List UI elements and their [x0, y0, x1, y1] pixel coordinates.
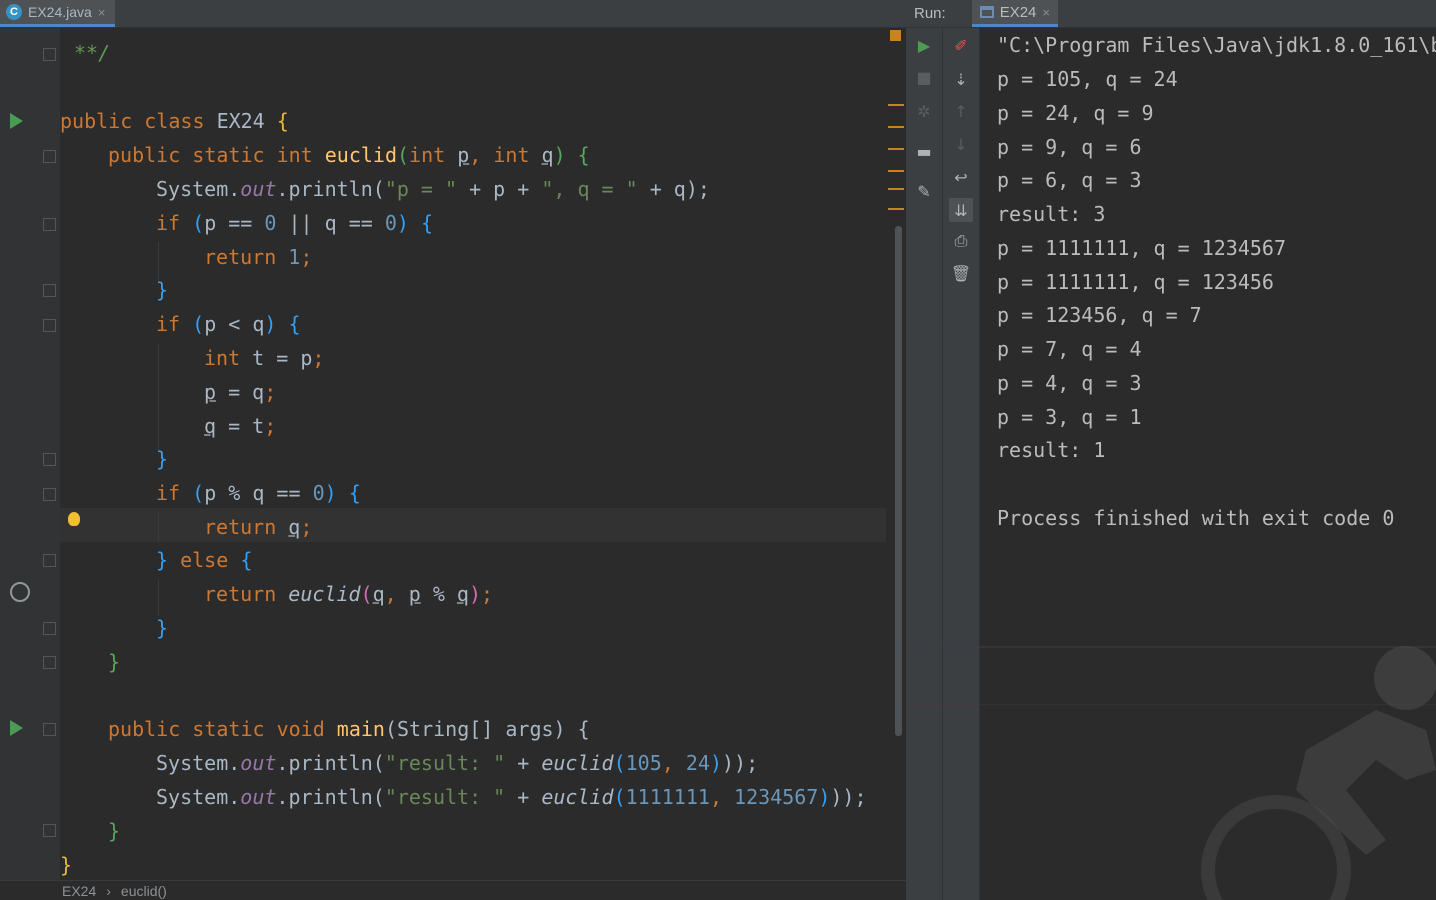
editor-tab-ex24[interactable]: C EX24.java × — [0, 0, 116, 27]
run-toolbar-left: ▶ ■ ✲ ▬ ✎ — [906, 28, 943, 900]
console-line: p = 24, q = 9 — [997, 101, 1154, 125]
console-line: p = 4, q = 3 — [997, 371, 1142, 395]
print-icon[interactable]: ⎙ — [951, 231, 971, 251]
code-line-println-main2: System.out.println("result: " + euclid(1… — [156, 785, 867, 809]
code-line-main-decl: public static void main(String[] args) { — [108, 717, 590, 741]
run-main-icon[interactable] — [10, 720, 23, 736]
code-editor[interactable]: **/ public class EX24 { public static in… — [0, 28, 906, 880]
current-line-highlight — [60, 508, 906, 542]
breadcrumb-method[interactable]: euclid() — [121, 883, 167, 899]
code-line-if3: if (p % q == 0) { — [156, 481, 361, 505]
editor-tab-bar: C EX24.java × — [0, 0, 906, 28]
code-line-euclid-decl: public static int euclid(int p, int q) { — [108, 143, 590, 167]
code-line-close: } — [156, 278, 169, 302]
scroll-end-icon[interactable]: ⇊ — [949, 198, 973, 222]
fold-icon[interactable] — [43, 48, 56, 61]
console-line: "C:\Program Files\Java\jdk1.8.0_161\bin\… — [997, 33, 1436, 57]
marker[interactable] — [888, 170, 904, 172]
indent-guide — [158, 344, 159, 450]
breadcrumb-separator: › — [106, 882, 111, 899]
marker[interactable] — [888, 126, 904, 128]
debug-disabled-icon[interactable]: ✲ — [914, 101, 934, 121]
code-line-if1: if (p == 0 || q == 0) { — [156, 211, 434, 235]
console-output[interactable]: "C:\Program Files\Java\jdk1.8.0_161\bin\… — [980, 28, 1436, 900]
stop-icon[interactable]: ■ — [914, 67, 934, 87]
marker[interactable] — [888, 148, 904, 150]
console-line: p = 105, q = 24 — [997, 67, 1178, 91]
editor-tab-label: EX24.java — [28, 4, 92, 20]
layout-icon[interactable]: ▬ — [914, 141, 934, 161]
code-line-close: } — [108, 819, 121, 843]
fold-icon[interactable] — [43, 622, 56, 635]
run-panel-header: Run: EX24 × — [906, 0, 1436, 28]
console-line: result: 3 — [997, 202, 1106, 226]
console-line: p = 3, q = 1 — [997, 405, 1142, 429]
fold-icon[interactable] — [43, 150, 56, 163]
clear-red-icon[interactable]: ✐ — [951, 35, 971, 55]
code-line-close: } — [60, 853, 73, 877]
rerun-icon[interactable]: ▶ — [914, 35, 934, 55]
console-line: p = 7, q = 4 — [997, 337, 1142, 361]
code-line-assign-q: q = t; — [204, 414, 277, 438]
console-line: result: 1 — [997, 438, 1106, 462]
fold-icon[interactable] — [43, 723, 56, 736]
fold-icon[interactable] — [43, 488, 56, 501]
console-line: Process finished with exit code 0 — [997, 506, 1395, 530]
fold-icon[interactable] — [43, 284, 56, 297]
marker[interactable] — [888, 104, 904, 106]
code-line-close: } — [156, 447, 169, 471]
console-icon — [979, 6, 994, 18]
fold-icon[interactable] — [43, 824, 56, 837]
run-toolbar-right: ✐ ⇣ ↑ ↓ ↩ ⇊ ⎙ 🗑 — [943, 28, 980, 900]
close-tab-icon[interactable]: × — [98, 5, 106, 20]
run-class-icon[interactable] — [10, 113, 23, 129]
fold-icon[interactable] — [43, 554, 56, 567]
code-line-close: } — [156, 616, 169, 640]
console-line: p = 1111111, q = 123456 — [997, 270, 1274, 294]
breadcrumb: EX24 › euclid() — [0, 880, 906, 900]
run-tab-label: EX24 — [999, 3, 1037, 21]
console-line: p = 6, q = 3 — [997, 168, 1142, 192]
code-line-if2: if (p < q) { — [156, 312, 301, 336]
trash-icon[interactable]: 🗑 — [951, 263, 971, 283]
sort-down-icon[interactable]: ⇣ — [951, 69, 971, 89]
indent-guide — [158, 512, 159, 542]
fold-icon[interactable] — [43, 319, 56, 332]
code-line-println-main1: System.out.println("result: " + euclid(1… — [156, 751, 759, 775]
editor-scrollbar[interactable] — [895, 226, 902, 736]
code-line-close: } — [108, 650, 121, 674]
close-run-tab-icon[interactable]: × — [1042, 5, 1050, 20]
console-line: p = 1111111, q = 1234567 — [997, 236, 1286, 260]
run-label: Run: — [914, 5, 946, 22]
fold-icon[interactable] — [43, 218, 56, 231]
code-line-else: } else { — [156, 548, 253, 572]
marker[interactable] — [888, 208, 904, 210]
console-line: p = 9, q = 6 — [997, 135, 1142, 159]
code-line-return2: return q; — [204, 515, 313, 539]
code-line-return1: return 1; — [204, 245, 313, 269]
fold-icon[interactable] — [43, 453, 56, 466]
code-line-int-t: int t = p; — [204, 346, 325, 370]
java-class-icon: C — [6, 4, 22, 20]
code-line-println: System.out.println("p = " + p + ", q = "… — [156, 177, 710, 201]
fold-icon[interactable] — [43, 656, 56, 669]
lightbulb-icon[interactable] — [68, 512, 80, 526]
up-icon[interactable]: ↑ — [951, 101, 971, 121]
code-line-return3: return euclid(q, p % q); — [204, 582, 494, 606]
soft-wrap-icon[interactable]: ↩ — [951, 167, 971, 187]
console-line: p = 123456, q = 7 — [997, 303, 1202, 327]
code-line-class-decl: public class EX24 { — [60, 109, 289, 133]
code-line-assign-p: p = q; — [204, 380, 277, 404]
recursive-call-icon — [10, 582, 30, 602]
run-tab-ex24[interactable]: EX24 × — [971, 0, 1058, 27]
marker[interactable] — [888, 188, 904, 190]
editor-marker-stripe[interactable] — [886, 28, 906, 880]
code-line: **/ — [74, 41, 111, 65]
breadcrumb-class[interactable]: EX24 — [62, 883, 96, 899]
pin-icon[interactable]: ✎ — [914, 181, 934, 201]
warning-square-icon[interactable] — [890, 30, 901, 41]
down-icon[interactable]: ↓ — [951, 134, 971, 154]
